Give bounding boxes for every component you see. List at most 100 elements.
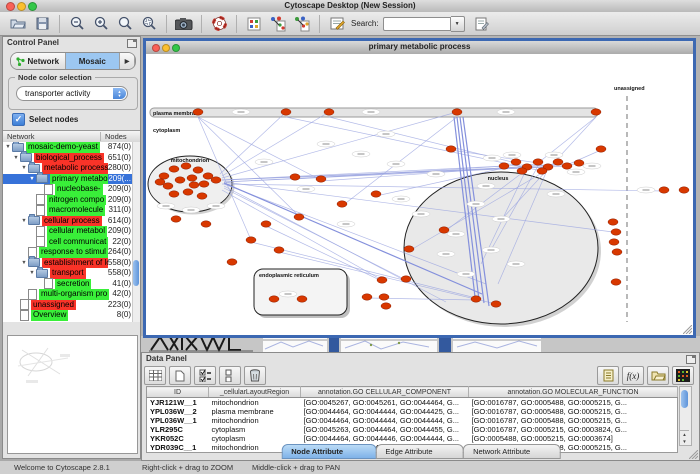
node[interactable] bbox=[611, 229, 621, 235]
node[interactable] bbox=[452, 109, 462, 115]
tab-mosaic[interactable]: Mosaic bbox=[66, 53, 121, 69]
column-header[interactable]: annotation.GO MOLECULAR_FUNCTION bbox=[469, 387, 678, 398]
tree-row[interactable]: nucleobase-209(0) bbox=[3, 184, 133, 195]
panel-splitter[interactable] bbox=[3, 323, 140, 335]
table-row[interactable]: YPL036W__2plasma membrane[GO:0044464, GO… bbox=[147, 407, 678, 416]
select-attributes-icon[interactable] bbox=[144, 366, 166, 385]
node[interactable] bbox=[187, 175, 197, 181]
node[interactable] bbox=[591, 109, 601, 115]
tab-network[interactable]: Network bbox=[11, 53, 66, 69]
node[interactable] bbox=[175, 177, 185, 183]
unselect-all-attributes-icon[interactable] bbox=[219, 366, 241, 385]
window-resize-grip[interactable] bbox=[683, 325, 692, 334]
network-canvas[interactable]: plasma membrane cytoplasm mitochondrion … bbox=[146, 54, 693, 335]
node[interactable] bbox=[169, 191, 179, 197]
node[interactable] bbox=[197, 193, 207, 199]
tree-row[interactable]: cellular metabol209(0) bbox=[3, 226, 133, 237]
node[interactable] bbox=[511, 159, 521, 165]
search-dropdown-icon[interactable]: ▼ bbox=[451, 16, 465, 32]
node[interactable] bbox=[371, 191, 381, 197]
help-lifering-icon[interactable] bbox=[208, 14, 230, 34]
tree-row[interactable]: macromolecule311(0) bbox=[3, 205, 133, 216]
node[interactable] bbox=[316, 176, 326, 182]
node[interactable] bbox=[362, 294, 372, 300]
filter-editor-icon[interactable] bbox=[326, 14, 348, 34]
attribute-table-header[interactable]: ID_cellularLayoutRegionannotation.GO CEL… bbox=[147, 387, 678, 398]
birdseye-view[interactable] bbox=[7, 335, 138, 454]
node[interactable] bbox=[193, 109, 203, 115]
node[interactable] bbox=[246, 237, 256, 243]
column-header[interactable]: ID bbox=[147, 387, 209, 398]
node[interactable] bbox=[281, 109, 291, 115]
column-header[interactable]: _cellularLayoutRegion bbox=[209, 387, 301, 398]
matrix-view-icon[interactable] bbox=[672, 366, 694, 385]
node[interactable] bbox=[401, 276, 411, 282]
node[interactable] bbox=[553, 159, 563, 165]
tree-row[interactable]: secretion41(0) bbox=[3, 279, 133, 290]
layout-nodes-b-icon[interactable] bbox=[291, 14, 313, 34]
attribute-list-icon[interactable] bbox=[597, 366, 619, 385]
table-row[interactable]: YLR295Ccytoplasm[GO:0045263, GO:0044464,… bbox=[147, 425, 678, 434]
tree-row[interactable]: response to stimul264(0) bbox=[3, 247, 133, 258]
table-row[interactable]: YPL036W__1mitochondrion[GO:0044464, GO:0… bbox=[147, 416, 678, 425]
node[interactable] bbox=[471, 296, 481, 302]
node[interactable] bbox=[609, 239, 619, 245]
node[interactable] bbox=[517, 168, 527, 174]
select-nodes-checkbox[interactable]: ✓ bbox=[12, 113, 25, 126]
tree-scrollbar[interactable] bbox=[132, 142, 140, 322]
node[interactable] bbox=[261, 221, 271, 227]
tree-row[interactable]: cell communicat22(0) bbox=[3, 237, 133, 248]
node[interactable] bbox=[324, 109, 334, 115]
tree-row[interactable]: ▼cellular process614(0) bbox=[3, 216, 133, 227]
tab-edge-attribute-browser[interactable]: Edge Attribute Browser bbox=[375, 444, 464, 459]
node[interactable] bbox=[169, 166, 179, 172]
open-file-icon[interactable] bbox=[7, 14, 29, 34]
delete-attribute-icon[interactable] bbox=[244, 366, 266, 385]
node[interactable] bbox=[159, 173, 169, 179]
create-attribute-icon[interactable] bbox=[169, 366, 191, 385]
tree-row[interactable]: ▼transport558(0) bbox=[3, 268, 133, 279]
node[interactable] bbox=[189, 182, 199, 188]
node[interactable] bbox=[679, 187, 689, 193]
node-color-attribute-select[interactable]: transporter activity ▲▼ bbox=[16, 86, 128, 101]
node[interactable] bbox=[274, 247, 284, 253]
tree-row[interactable]: ▼primary metabo209(... bbox=[3, 174, 133, 185]
formula-builder-icon[interactable]: f(x) bbox=[622, 366, 644, 385]
node[interactable] bbox=[211, 177, 221, 183]
node[interactable] bbox=[183, 189, 193, 195]
node[interactable] bbox=[381, 303, 391, 309]
node[interactable] bbox=[269, 296, 279, 302]
tree-row[interactable]: ▼establishment of lo558(0) bbox=[3, 258, 133, 269]
save-session-icon[interactable] bbox=[31, 14, 53, 34]
vizmapper-icon[interactable] bbox=[243, 14, 265, 34]
node[interactable] bbox=[201, 221, 211, 227]
node[interactable] bbox=[574, 160, 584, 166]
tree-row[interactable]: ▼biological_process651(0) bbox=[3, 153, 133, 164]
node[interactable] bbox=[377, 277, 387, 283]
node[interactable] bbox=[297, 296, 307, 302]
column-header[interactable]: annotation.GO CELLULAR_COMPONENT bbox=[301, 387, 469, 398]
table-row[interactable]: YKR052Ccytoplasm[GO:0044464, GO:0044446,… bbox=[147, 434, 678, 443]
node[interactable] bbox=[337, 201, 347, 207]
zoom-in-icon[interactable] bbox=[90, 14, 112, 34]
node[interactable] bbox=[294, 214, 304, 220]
node[interactable] bbox=[181, 163, 191, 169]
float-panel-icon[interactable] bbox=[686, 355, 696, 364]
node[interactable] bbox=[404, 246, 414, 252]
node[interactable] bbox=[155, 179, 165, 185]
node[interactable] bbox=[611, 279, 621, 285]
tree-row[interactable]: unassigned223(0) bbox=[3, 300, 133, 311]
tree-row[interactable]: Overview8(0) bbox=[3, 310, 133, 321]
node[interactable] bbox=[199, 181, 209, 187]
node[interactable] bbox=[491, 301, 501, 307]
table-scrollbar[interactable]: ▲▼ bbox=[679, 386, 692, 446]
node[interactable] bbox=[379, 294, 389, 300]
tree-row[interactable]: ▼metabolic process280(0) bbox=[3, 163, 133, 174]
network-window-titlebar[interactable]: primary metabolic process bbox=[146, 41, 693, 55]
node[interactable] bbox=[439, 227, 449, 233]
search-input[interactable] bbox=[383, 17, 451, 31]
node[interactable] bbox=[533, 159, 543, 165]
zoom-selected-icon[interactable] bbox=[138, 14, 160, 34]
table-row[interactable]: YJR121W__1mitochondrion[GO:0045267, GO:0… bbox=[147, 398, 678, 408]
node[interactable] bbox=[537, 168, 547, 174]
